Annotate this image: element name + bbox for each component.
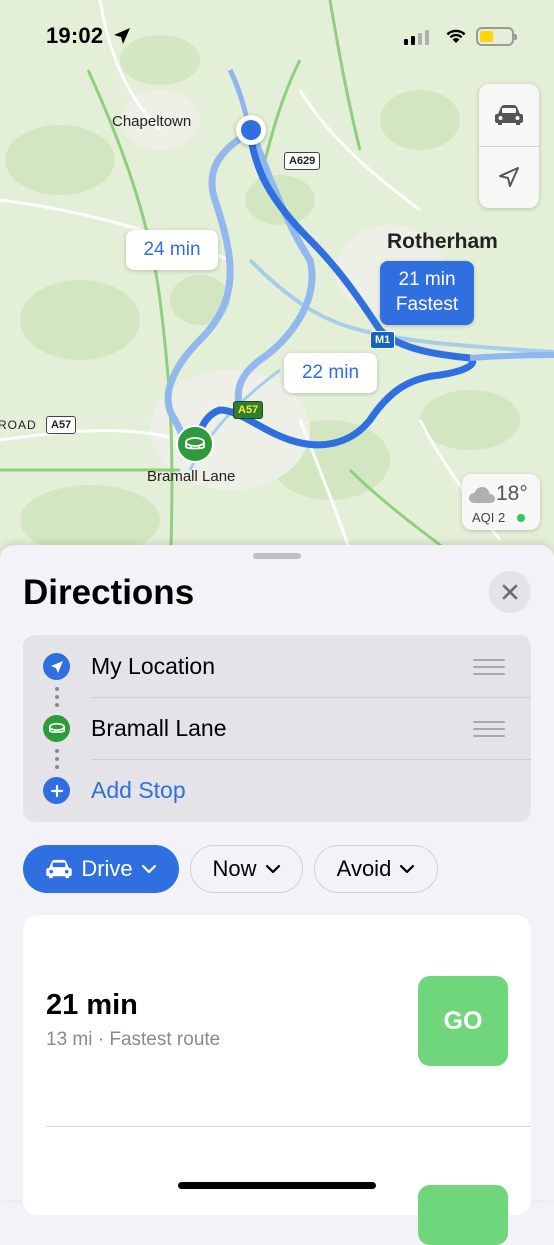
stadium-icon	[185, 437, 205, 450]
route-stops-list: My Location Bramall Lane Add Stop	[23, 635, 531, 822]
place-label-bramall-lane: Bramall Lane	[147, 468, 236, 485]
route-duration: 21 min	[46, 989, 138, 1021]
divider	[46, 1126, 531, 1127]
car-icon	[495, 105, 523, 125]
route-card[interactable]: 21 min 13 mi · Fastest route GO	[23, 915, 531, 1245]
current-location-dot	[236, 115, 266, 145]
avoid-dropdown[interactable]: Avoid	[314, 845, 438, 893]
stop-label-destination: Bramall Lane	[91, 715, 227, 741]
cellular-signal-icon	[404, 30, 429, 45]
battery-icon	[476, 27, 517, 46]
stadium-icon	[43, 715, 70, 742]
route-bubble-alt-2[interactable]: 22 min	[284, 353, 377, 393]
close-icon	[502, 584, 518, 600]
weather-widget[interactable]: 18° AQI 2	[462, 474, 540, 530]
add-stop-button[interactable]: Add Stop	[23, 759, 531, 821]
reorder-handle-icon[interactable]	[473, 721, 505, 742]
avoid-label: Avoid	[336, 856, 392, 881]
status-time: 19:02	[46, 23, 104, 48]
aqi-status-dot	[517, 514, 525, 522]
map-view[interactable]: Chapeltown Rotherham Bramall Lane ROAD A…	[0, 0, 554, 580]
chevron-down-icon	[141, 864, 156, 874]
sheet-grabber[interactable]	[253, 553, 301, 559]
place-label-rotherham: Rotherham	[387, 230, 498, 253]
road-sign-a629: A629	[284, 152, 321, 170]
add-stop-label: Add Stop	[91, 777, 186, 803]
status-bar: 19:02	[0, 0, 554, 72]
map-controls	[479, 84, 539, 208]
road-label: ROAD	[0, 418, 37, 432]
road-sign-a57: A57	[233, 401, 264, 419]
stop-row-destination[interactable]: Bramall Lane	[23, 697, 531, 759]
location-arrow-icon	[43, 653, 70, 680]
car-icon	[46, 859, 73, 879]
reorder-handle-icon[interactable]	[473, 659, 505, 680]
stop-label-origin: My Location	[91, 653, 216, 679]
route-bubble-fastest[interactable]: 21 min Fastest	[380, 261, 474, 325]
close-button[interactable]	[489, 571, 531, 613]
route-bubble-alt-1[interactable]: 24 min	[126, 230, 218, 270]
road-sign-a57-left: A57	[46, 416, 77, 434]
location-services-icon	[114, 28, 130, 44]
map-mode-button[interactable]	[479, 84, 539, 147]
route-bubble-fastest-label: Fastest	[395, 294, 459, 315]
go-button-partial[interactable]	[418, 1185, 508, 1245]
stadium-pin-icon[interactable]	[176, 425, 214, 463]
chevron-down-icon	[265, 864, 280, 874]
transport-mode-label: Drive	[81, 856, 133, 881]
home-indicator[interactable]	[178, 1182, 376, 1189]
weather-temperature: 18°	[496, 482, 528, 505]
wifi-icon	[446, 29, 466, 43]
directions-sheet: Directions My Location Bramall Lane Add …	[0, 545, 554, 1245]
recenter-button[interactable]	[479, 146, 539, 208]
weather-aqi: AQI 2	[472, 510, 506, 525]
stop-row-origin[interactable]: My Location	[23, 635, 531, 697]
location-arrow-icon	[499, 167, 519, 187]
go-button[interactable]: GO	[418, 976, 508, 1066]
departure-time-dropdown[interactable]: Now	[190, 845, 303, 893]
place-label-chapeltown: Chapeltown	[112, 113, 192, 130]
chevron-down-icon	[400, 864, 415, 874]
road-sign-m1: M1	[370, 331, 396, 349]
transport-mode-dropdown[interactable]: Drive	[23, 845, 179, 893]
route-details: 13 mi · Fastest route	[46, 1029, 221, 1050]
sheet-title: Directions	[23, 573, 195, 612]
plus-icon	[43, 777, 70, 804]
route-bubble-fastest-time: 21 min	[398, 269, 456, 290]
departure-time-label: Now	[212, 856, 257, 881]
cloud-icon	[469, 487, 495, 503]
